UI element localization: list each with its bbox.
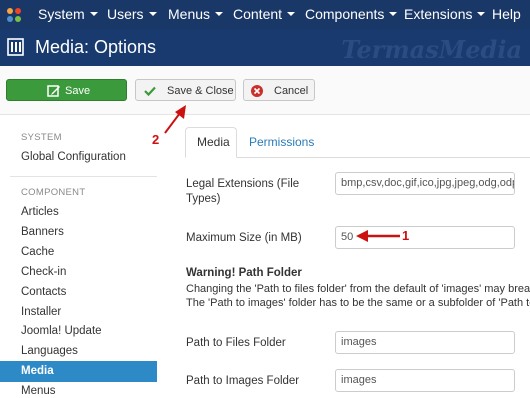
annotation-label-1: 1: [402, 228, 410, 243]
annotation-arrow-2: [164, 105, 186, 134]
annotation-arrow-1: [356, 230, 400, 242]
annotation-arrows: [164, 105, 400, 242]
annotation-label-2: 2: [152, 132, 160, 147]
